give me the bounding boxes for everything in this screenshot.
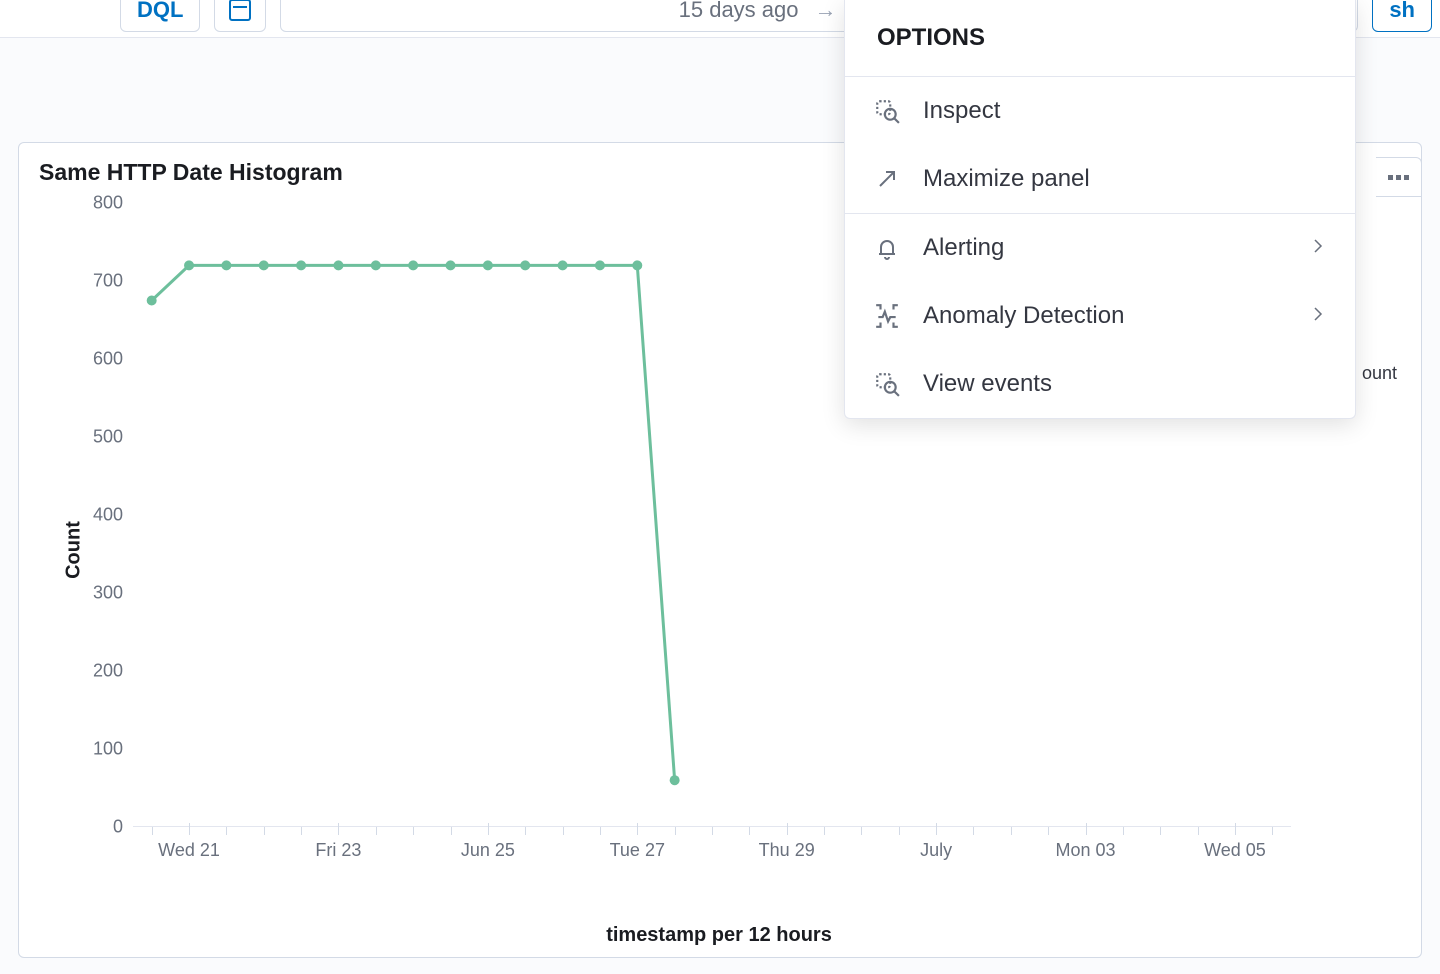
anomaly-icon	[873, 302, 901, 330]
y-axis-label: Count	[62, 521, 85, 579]
data-point[interactable]	[296, 260, 306, 270]
menu-item-label: Maximize panel	[923, 165, 1090, 193]
y-tick-label: 300	[77, 583, 123, 604]
x-minor-tick	[749, 827, 750, 835]
x-tick-label: Fri 23	[315, 840, 361, 861]
y-tick-label: 500	[77, 427, 123, 448]
view-events-icon	[873, 370, 901, 398]
data-point[interactable]	[221, 260, 231, 270]
x-tick-label: Jun 25	[461, 840, 515, 861]
x-tick-label: Wed 05	[1204, 840, 1266, 861]
data-point[interactable]	[147, 296, 157, 306]
menu-item-anomaly[interactable]: Anomaly Detection	[845, 282, 1355, 350]
panel-menu-button[interactable]	[1376, 157, 1422, 197]
bell-icon	[873, 234, 901, 262]
data-point[interactable]	[259, 260, 269, 270]
x-minor-tick	[1272, 827, 1273, 835]
x-minor-tick	[861, 827, 862, 835]
y-tick-label: 400	[77, 505, 123, 526]
x-tick	[488, 823, 489, 835]
dots-icon	[1404, 175, 1409, 180]
x-tick-label: Wed 21	[158, 840, 220, 861]
dots-icon	[1396, 175, 1401, 180]
data-point[interactable]	[520, 260, 530, 270]
x-minor-tick	[301, 827, 302, 835]
data-point[interactable]	[184, 260, 194, 270]
x-tick-label: Mon 03	[1056, 840, 1116, 861]
chevron-right-icon	[1309, 302, 1327, 330]
x-minor-tick	[451, 827, 452, 835]
x-minor-tick	[413, 827, 414, 835]
data-point[interactable]	[558, 260, 568, 270]
x-minor-tick	[973, 827, 974, 835]
calendar-button[interactable]	[214, 0, 266, 32]
chevron-right-icon	[1309, 234, 1327, 262]
menu-item-label: View events	[923, 370, 1052, 398]
x-minor-tick	[1048, 827, 1049, 835]
x-minor-tick	[525, 827, 526, 835]
data-point[interactable]	[371, 260, 381, 270]
y-tick-label: 700	[77, 271, 123, 292]
x-minor-tick	[600, 827, 601, 835]
maximize-icon	[873, 165, 901, 193]
menu-item-label: Anomaly Detection	[923, 302, 1124, 330]
menu-item-maximize[interactable]: Maximize panel	[845, 145, 1355, 213]
x-minor-tick	[152, 827, 153, 835]
x-minor-tick	[675, 827, 676, 835]
y-tick-label: 600	[77, 349, 123, 370]
x-minor-tick	[824, 827, 825, 835]
x-tick-label: July	[920, 840, 952, 861]
data-point[interactable]	[408, 260, 418, 270]
x-tick-label: Tue 27	[610, 840, 665, 861]
x-tick	[338, 823, 339, 835]
x-minor-tick	[376, 827, 377, 835]
inspect-icon	[873, 97, 901, 125]
x-minor-tick	[1123, 827, 1124, 835]
x-minor-tick	[264, 827, 265, 835]
x-minor-tick	[1160, 827, 1161, 835]
menu-item-inspect[interactable]: Inspect	[845, 77, 1355, 145]
panel-options-menu: OPTIONS Inspect Maximize panel Alerting …	[844, 0, 1356, 419]
x-tick-label: Thu 29	[759, 840, 815, 861]
x-minor-tick	[1198, 827, 1199, 835]
y-tick-label: 100	[77, 739, 123, 760]
dql-label: DQL	[137, 0, 183, 23]
x-minor-tick	[563, 827, 564, 835]
dots-icon	[1388, 175, 1393, 180]
data-point[interactable]	[670, 775, 680, 785]
calendar-icon	[229, 0, 251, 21]
x-tick	[1086, 823, 1087, 835]
data-point[interactable]	[333, 260, 343, 270]
data-point[interactable]	[632, 260, 642, 270]
refresh-button[interactable]: sh	[1372, 0, 1432, 32]
refresh-label: sh	[1389, 0, 1415, 23]
menu-item-view-events[interactable]: View events	[845, 350, 1355, 418]
x-tick	[787, 823, 788, 835]
data-point[interactable]	[595, 260, 605, 270]
menu-item-alerting[interactable]: Alerting	[845, 214, 1355, 282]
y-tick-label: 800	[77, 193, 123, 214]
y-tick-label: 200	[77, 661, 123, 682]
x-tick	[189, 823, 190, 835]
x-minor-tick	[899, 827, 900, 835]
data-point[interactable]	[446, 260, 456, 270]
x-minor-tick	[1011, 827, 1012, 835]
time-range-from: 15 days ago	[679, 0, 799, 23]
dql-toggle[interactable]: DQL	[120, 0, 200, 32]
menu-header: OPTIONS	[845, 0, 1355, 76]
menu-item-label: Inspect	[923, 97, 1000, 125]
data-point[interactable]	[483, 260, 493, 270]
menu-item-label: Alerting	[923, 234, 1004, 262]
x-tick	[936, 823, 937, 835]
x-tick	[637, 823, 638, 835]
x-axis-label: timestamp per 12 hours	[57, 924, 1381, 947]
x-tick	[1235, 823, 1236, 835]
x-minor-tick	[712, 827, 713, 835]
x-minor-tick	[226, 827, 227, 835]
arrow-right-icon: →	[815, 0, 837, 23]
y-tick-label: 0	[77, 817, 123, 838]
